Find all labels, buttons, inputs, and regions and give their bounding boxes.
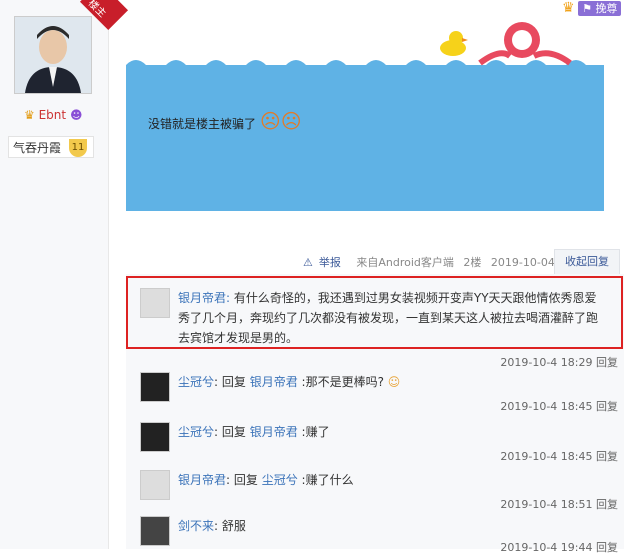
reply-button[interactable]: 回复 (596, 450, 618, 463)
collapse-replies-button[interactable]: 收起回复 (554, 249, 620, 275)
angry-emoji-icon: ☹☹ (259, 109, 302, 133)
reply-user[interactable]: 尘冠兮 (178, 425, 214, 439)
floor-number: 2楼 (463, 256, 482, 269)
avatar[interactable] (140, 516, 170, 546)
reply-button[interactable]: 回复 (596, 400, 618, 413)
post-text: 没错就是楼主被骗了 ☹☹ (148, 109, 302, 133)
reply-meta: 2019-10-4 18:51 回复 (500, 498, 618, 511)
post-image: 没错就是楼主被骗了 ☹☹ (126, 55, 604, 211)
reply-user[interactable]: 剑不来 (178, 519, 214, 533)
tool-button[interactable]: ⚑ 挽尊 (578, 1, 622, 16)
reply-user[interactable]: 尘冠兮 (178, 375, 214, 389)
username[interactable]: ♛ Ebnt ☻ (24, 108, 82, 122)
vip-icon: ♛ (24, 108, 35, 122)
reply-button[interactable]: 回复 (596, 541, 618, 554)
reply-text: 银月帝君: 回复 尘冠兮 :赚了什么 (178, 473, 354, 487)
avatar[interactable] (14, 16, 92, 94)
avatar[interactable] (140, 470, 170, 500)
avatar[interactable] (140, 372, 170, 402)
reply-text: 剑不来: 舒服 (178, 519, 246, 533)
octopus-icon (478, 22, 572, 66)
duck-icon (440, 31, 468, 56)
devil-icon: ☻ (69, 108, 83, 122)
reply-meta: 2019-10-4 18:29 回复 (500, 356, 618, 369)
reply-text: 尘冠兮: 回复 银月帝君 :赚了 (178, 425, 330, 439)
avatar[interactable] (140, 422, 170, 452)
client-source: 来自Android客户端 (356, 256, 454, 269)
rank-label: 气吞丹霞 (13, 141, 62, 155)
reply-meta: 2019-10-4 18:45 回复 (500, 450, 618, 463)
rank-badge[interactable]: 气吞丹霞 11 (8, 136, 94, 158)
reply-text: 尘冠兮: 回复 银月帝君 :那不是更棒吗? ☺ (178, 375, 401, 389)
top-tools: ♛ ⚑ 挽尊 (562, 0, 622, 16)
rank-level: 11 (69, 139, 87, 157)
highlight-box (126, 276, 623, 349)
warning-icon: ⚠ (303, 256, 313, 269)
reply-meta: 2019-10-4 18:45 回复 (500, 400, 618, 413)
reply-button[interactable]: 回复 (596, 356, 618, 369)
laugh-emoji-icon: ☺ (387, 375, 401, 389)
reply-button[interactable]: 回复 (596, 498, 618, 511)
post-meta: ⚠ 举报 来自Android客户端 2楼 2019-10-04 18:06 (303, 254, 596, 270)
user-panel: 楼主 ♛ Ebnt ☻ 气吞丹霞 11 (0, 0, 129, 549)
gift-icon: ⚑ (582, 2, 592, 15)
reply-meta: 2019-10-4 19:44 回复 (500, 541, 618, 554)
report-link[interactable]: ⚠ 举报 (303, 256, 350, 269)
crown-icon[interactable]: ♛ (562, 0, 575, 16)
reply-user[interactable]: 银月帝君 (178, 473, 226, 487)
